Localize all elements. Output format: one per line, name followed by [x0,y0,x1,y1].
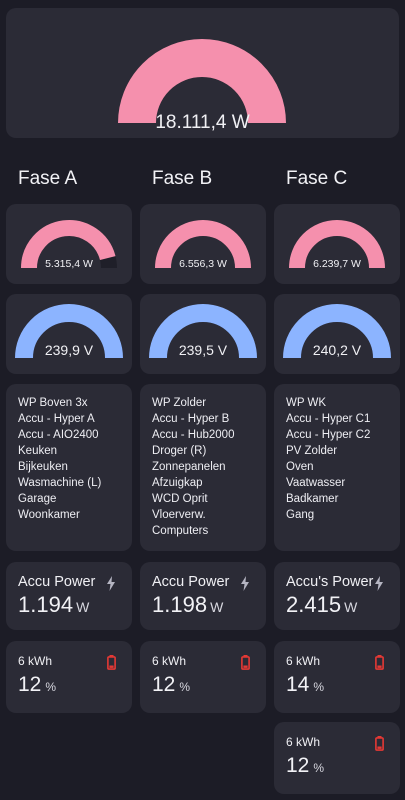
phase-b-voltage-gauge [149,304,257,359]
accu-power-number: 1.198 [152,592,208,617]
circuit-item: Woonkamer [18,509,80,521]
phase-b-accu-card[interactable]: Accu Power 1.198 W [140,562,266,630]
battery-low-icon [375,655,384,670]
accu-power-label: Accu Power [152,574,230,590]
battery-level-number: 12 [286,754,310,777]
bolt-icon [107,576,115,591]
phase-c-battery-card-2[interactable]: 6 kWh 12% [274,722,400,794]
accu-power-value: 2.415 W [286,592,357,618]
phase-b-power-gauge [155,220,251,269]
battery-level-number: 12 [152,673,176,696]
phase-c-battery-card-1[interactable]: 6 kWh 14% [274,641,400,713]
circuit-item: Gang [286,509,315,521]
circuit-item: Bijkeuken [18,461,68,473]
phase-a-power-gauge [21,220,117,269]
battery-level-unit: % [313,761,325,775]
circuit-item: WP WK [286,397,327,409]
accu-power-value: 1.194 W [18,592,89,618]
accu-power-label: Accu's Power [286,574,374,590]
battery-level-value: 12% [18,673,56,697]
circuit-item: Wasmachine (L) [18,477,102,489]
phase-c-voltage-value: 240,2 V [312,342,362,358]
phase-title-a: Fase A [18,168,78,189]
accu-power-label: Accu Power [18,574,96,590]
circuit-item: Afzuigkap [152,477,203,489]
phase-b-power-card[interactable]: 6.556,3 W [140,204,266,284]
accu-power-unit: W [76,599,90,615]
phase-a-circuit-list: WP Boven 3x Accu - Hyper A Accu - AIO2400 K… [18,395,101,523]
phase-a-voltage-card[interactable]: 239,9 V [6,294,132,374]
phase-c-voltage-card[interactable]: 240,2 V [274,294,400,374]
phase-b-voltage-value: 239,5 V [178,342,228,358]
phase-a-power-card[interactable]: 5.315,4 W [6,204,132,284]
phase-c-power-gauge [289,220,385,269]
phase-b-circuits-card[interactable]: WP Zolder Accu - Hyper B Accu - Hub2000 Dro… [140,384,266,551]
total-power-value: 18.111,4 W [155,112,250,133]
phase-title-b: Fase B [152,168,213,189]
circuit-item: Vaatwasser [286,477,346,489]
circuit-item: Accu - Hyper C1 [286,413,371,425]
total-power-card[interactable]: 18.111,4 W [6,8,399,138]
battery-low-icon [375,736,384,751]
circuit-item: Vloerverw. [152,509,206,521]
phase-a-voltage-value: 239,9 V [44,342,94,358]
battery-capacity-label: 6 kWh [18,654,53,668]
circuit-item: Keuken [18,445,58,457]
phase-a-battery-card[interactable]: 6 kWh 12% [6,641,132,713]
battery-level-value: 12% [152,673,190,697]
phase-a-power-value: 5.315,4 W [45,258,93,270]
battery-capacity-label: 6 kWh [286,735,321,749]
circuit-item: Badkamer [286,493,339,505]
battery-level-unit: % [45,680,57,694]
circuit-item: Accu - AIO2400 [18,429,99,441]
phase-c-circuit-list: WP WK Accu - Hyper C1 Accu - Hyper C2 PV Zo… [286,395,370,523]
accu-power-value: 1.198 W [152,592,223,618]
battery-level-value: 14% [286,673,324,697]
accu-power-number: 2.415 [286,592,342,617]
circuit-item: WCD Oprit [152,493,208,505]
phase-c-power-card[interactable]: 6.239,7 W [274,204,400,284]
battery-level-unit: % [179,680,191,694]
circuit-item: PV Zolder [286,445,338,457]
accu-power-unit: W [210,599,224,615]
battery-low-icon [107,655,116,670]
circuit-item: Zonnepanelen [152,461,226,473]
phase-c-voltage-gauge [283,304,391,359]
circuit-item: Computers [152,525,209,537]
bolt-icon [241,576,249,591]
battery-capacity-label: 6 kWh [152,654,187,668]
phase-b-battery-card[interactable]: 6 kWh 12% [140,641,266,713]
battery-level-number: 12 [18,673,42,696]
battery-capacity-label: 6 kWh [286,654,321,668]
phase-b-power-value: 6.556,3 W [179,258,227,270]
battery-level-number: 14 [286,673,310,696]
circuit-item: WP Zolder [152,397,207,409]
circuit-item: Accu - Hyper B [152,413,230,425]
circuit-item: Accu - Hyper C2 [286,429,371,441]
circuit-item: Garage [18,493,57,505]
phase-a-voltage-gauge [15,304,123,359]
accu-power-number: 1.194 [18,592,74,617]
accu-power-unit: W [344,599,358,615]
circuit-item: Accu - Hyper A [18,413,95,425]
phase-c-accu-card[interactable]: Accu's Power 2.415 W [274,562,400,630]
phase-c-circuits-card[interactable]: WP WK Accu - Hyper C1 Accu - Hyper C2 PV Zo… [274,384,400,551]
phase-title-c: Fase C [286,168,348,189]
phase-b-circuit-list: WP Zolder Accu - Hyper B Accu - Hub2000 Dro… [152,395,234,539]
circuit-item: WP Boven 3x [18,397,88,409]
phase-a-circuits-card[interactable]: WP Boven 3x Accu - Hyper A Accu - AIO2400 K… [6,384,132,551]
circuit-item: Droger (R) [152,445,207,457]
battery-low-icon [241,655,250,670]
phase-a-accu-card[interactable]: Accu Power 1.194 W [6,562,132,630]
battery-level-value: 12% [286,754,324,778]
phase-b-voltage-card[interactable]: 239,5 V [140,294,266,374]
battery-level-unit: % [313,680,325,694]
circuit-item: Oven [286,461,314,473]
phase-c-power-value: 6.239,7 W [313,258,361,270]
bolt-icon [375,576,383,591]
circuit-item: Accu - Hub2000 [152,429,235,441]
